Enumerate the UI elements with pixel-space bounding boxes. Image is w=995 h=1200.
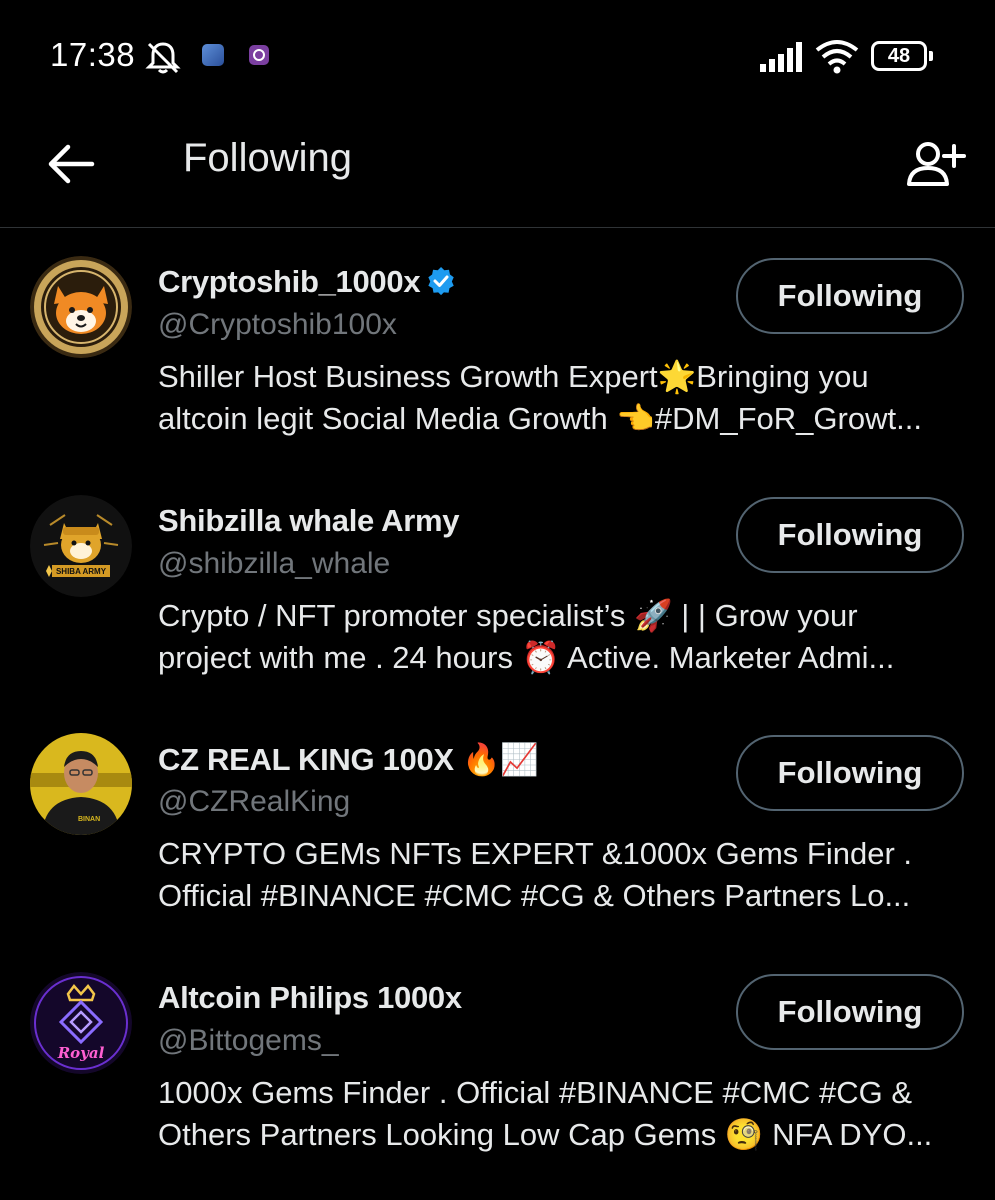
person-photo-avatar[interactable]: BINAN: [30, 733, 132, 835]
account-name[interactable]: Cryptoshib_1000x: [158, 264, 456, 300]
app-notification-icon: [202, 44, 224, 66]
account-bio: CRYPTO GEMs NFTs EXPERT &1000x Gems Find…: [158, 833, 963, 917]
status-time: 17:38: [50, 36, 136, 73]
account-name[interactable]: Shibzilla whale Army: [158, 503, 460, 539]
account-row[interactable]: BINAN CZ REAL KING 100X 🔥📈 @CZRealKing C…: [0, 705, 995, 943]
avatar-image: [30, 256, 132, 358]
cellular-signal-icon: [760, 42, 802, 72]
app-notification-icon-2: [249, 45, 269, 65]
account-name-text: Cryptoshib_1000x: [158, 264, 421, 299]
status-bar: 17:38 48: [0, 0, 995, 112]
verified-badge-icon: [428, 266, 454, 295]
following-button[interactable]: Following: [736, 497, 964, 573]
bio-line-1: Shiller Host Business Growth Expert🌟Brin…: [158, 359, 869, 394]
following-button[interactable]: Following: [736, 258, 964, 334]
bio-line-1: 1000x Gems Finder . Official #BINANCE #C…: [158, 1075, 913, 1110]
bio-line-2: Official #BINANCE #CMC #CG & Others Part…: [158, 878, 911, 913]
bell-off-icon: [145, 42, 181, 74]
add-user-icon[interactable]: [900, 130, 970, 200]
avatar-image: BINAN: [30, 733, 132, 835]
shiba-coin-avatar[interactable]: [30, 256, 132, 358]
bio-line-1: Crypto / NFT promoter specialist’s 🚀 | |…: [158, 598, 858, 633]
royal-neon-avatar[interactable]: Royal: [30, 972, 132, 1074]
account-name[interactable]: Altcoin Philips 1000x: [158, 980, 462, 1016]
avatar-image: SHIBA ARMY: [30, 495, 132, 597]
account-handle[interactable]: @shibzilla_whale: [158, 547, 390, 581]
account-row[interactable]: Cryptoshib_1000x @Cryptoshib100x Shiller…: [0, 228, 995, 466]
account-name[interactable]: CZ REAL KING 100X 🔥📈: [158, 741, 539, 778]
bio-line-2: project with me . 24 hours ⏰ Active. Mar…: [158, 640, 895, 675]
back-arrow-icon[interactable]: [42, 134, 102, 194]
battery-icon: 48: [871, 41, 933, 71]
wifi-icon: [815, 40, 859, 74]
avatar-image: Royal: [30, 972, 132, 1074]
account-handle[interactable]: @CZRealKing: [158, 785, 350, 819]
page-title: Following: [183, 136, 352, 180]
account-handle[interactable]: @Cryptoshib100x: [158, 308, 397, 342]
following-button[interactable]: Following: [736, 735, 964, 811]
account-row[interactable]: SHIBA ARMY Shibzilla whale Army @shibzil…: [0, 467, 995, 705]
battery-level: 48: [887, 45, 911, 67]
account-handle[interactable]: @Bittogems_: [158, 1024, 339, 1058]
account-bio: Shiller Host Business Growth Expert🌟Brin…: [158, 356, 963, 440]
account-row[interactable]: Royal Altcoin Philips 1000x @Bittogems_ …: [0, 944, 995, 1182]
bio-line-2: Others Partners Looking Low Cap Gems 🧐 N…: [158, 1117, 933, 1152]
shiba-army-avatar[interactable]: SHIBA ARMY: [30, 495, 132, 597]
page-header: Following: [0, 112, 995, 228]
account-bio: 1000x Gems Finder . Official #BINANCE #C…: [158, 1072, 963, 1156]
account-bio: Crypto / NFT promoter specialist’s 🚀 | |…: [158, 595, 963, 679]
bio-line-1: CRYPTO GEMs NFTs EXPERT &1000x Gems Find…: [158, 836, 912, 871]
following-button[interactable]: Following: [736, 974, 964, 1050]
bio-line-2: altcoin legit Social Media Growth 👈#DM_F…: [158, 401, 922, 436]
svg-text:BINAN: BINAN: [78, 816, 100, 823]
svg-text:SHIBA ARMY: SHIBA ARMY: [56, 567, 107, 576]
svg-text:Royal: Royal: [57, 1044, 105, 1062]
